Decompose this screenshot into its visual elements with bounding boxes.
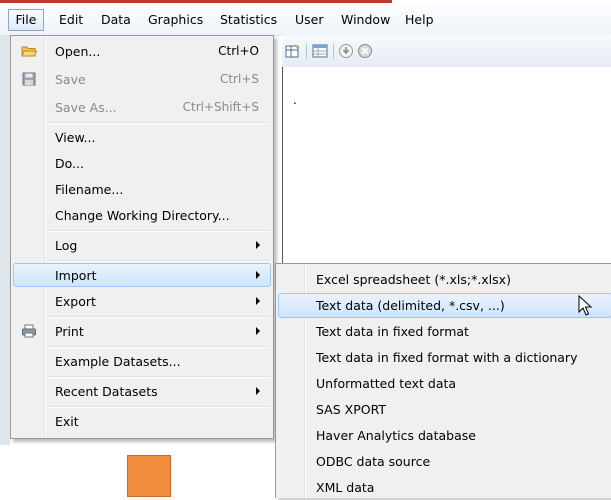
menu-item-save[interactable]: Save Ctrl+S — [13, 67, 271, 91]
submenu-item-text-delimited[interactable]: Text data (delimited, *.csv, ...) — [278, 293, 611, 318]
menu-separator — [48, 376, 270, 378]
submenu-arrow-icon — [256, 297, 260, 305]
submenu-item-text-fixed-dictionary[interactable]: Text data in fixed format with a diction… — [278, 345, 611, 370]
menu-help[interactable]: Help — [405, 12, 434, 27]
menu-graphics[interactable]: Graphics — [148, 12, 203, 27]
submenu-arrow-icon — [256, 387, 260, 395]
submenu-item-text-fixed[interactable]: Text data in fixed format — [278, 319, 611, 344]
menu-separator — [48, 122, 270, 124]
menu-item-export[interactable]: Export — [13, 289, 271, 313]
toolbar — [282, 35, 611, 67]
submenu-item-label: Text data in fixed format with a diction… — [316, 350, 578, 365]
menu-item-do[interactable]: Do... — [13, 151, 271, 175]
submenu-item-label: ODBC data source — [316, 454, 431, 469]
data-browser-icon[interactable] — [312, 43, 328, 59]
menu-item-import[interactable]: Import — [13, 263, 271, 287]
submenu-arrow-icon — [256, 241, 260, 249]
submenu-item-label: Text data (delimited, *.csv, ...) — [316, 298, 505, 313]
menu-item-label: Open... — [55, 44, 101, 59]
submenu-item-haver-analytics[interactable]: Haver Analytics database — [278, 423, 611, 448]
submenu-item-excel[interactable]: Excel spreadsheet (*.xls;*.xlsx) — [278, 267, 611, 292]
submenu-arrow-icon — [256, 271, 260, 279]
menu-item-label: Log — [55, 238, 78, 253]
menu-separator — [48, 346, 270, 348]
menu-data[interactable]: Data — [101, 12, 131, 27]
menu-separator — [48, 316, 270, 318]
import-submenu: Excel spreadsheet (*.xls;*.xlsx) Text da… — [275, 263, 611, 498]
menu-item-filename[interactable]: Filename... — [13, 177, 271, 201]
review-pane-edge — [0, 35, 10, 445]
menu-separator — [48, 406, 270, 408]
submenu-arrow-icon — [256, 327, 260, 335]
menu-item-label: Do... — [55, 156, 84, 171]
menu-item-open[interactable]: Open... Ctrl+O — [13, 39, 271, 63]
menu-item-shortcut: Ctrl+S — [219, 72, 259, 86]
break-icon[interactable] — [357, 43, 373, 59]
printer-icon — [22, 324, 36, 338]
menu-item-label: Exit — [55, 414, 79, 429]
menu-bar: File Edit Data Graphics Statistics User … — [0, 3, 611, 36]
toolbar-separator — [306, 43, 307, 59]
menu-window[interactable]: Window — [341, 12, 390, 27]
menu-item-label: Recent Datasets — [55, 384, 158, 399]
data-editor-icon[interactable] — [285, 43, 301, 59]
toolbar-separator — [333, 43, 334, 59]
menu-item-print[interactable]: Print — [13, 319, 271, 343]
menu-item-log[interactable]: Log — [13, 233, 271, 257]
submenu-item-odbc[interactable]: ODBC data source — [278, 449, 611, 474]
more-icon[interactable] — [338, 43, 354, 59]
submenu-item-sas-xport[interactable]: SAS XPORT — [278, 397, 611, 422]
submenu-item-label: SAS XPORT — [316, 402, 386, 417]
open-folder-icon — [21, 46, 37, 57]
menu-item-example-datasets[interactable]: Example Datasets... — [13, 349, 271, 373]
menu-item-change-working-directory[interactable]: Change Working Directory... — [13, 203, 271, 227]
menu-item-label: Change Working Directory... — [55, 208, 230, 223]
menu-separator — [48, 230, 270, 232]
menu-item-recent-datasets[interactable]: Recent Datasets — [13, 379, 271, 403]
menu-item-label: Filename... — [55, 182, 124, 197]
menu-user[interactable]: User — [295, 12, 324, 27]
menu-item-shortcut: Ctrl+O — [218, 44, 259, 58]
submenu-item-label: XML data — [316, 480, 375, 495]
submenu-item-xml[interactable]: XML data — [278, 475, 611, 500]
submenu-item-unformatted-text[interactable]: Unformatted text data — [278, 371, 611, 396]
orange-square — [127, 455, 171, 497]
menu-statistics[interactable]: Statistics — [220, 12, 277, 27]
menu-item-label: Export — [55, 294, 96, 309]
menu-item-label: Example Datasets... — [55, 354, 181, 369]
menu-separator — [48, 260, 270, 262]
submenu-item-label: Haver Analytics database — [316, 428, 476, 443]
file-menu: Open... Ctrl+O Save Ctrl+S Save As... Ct… — [10, 35, 274, 439]
menu-item-label: Print — [55, 324, 84, 339]
save-disk-icon — [22, 72, 36, 86]
command-prompt: . — [293, 93, 297, 107]
submenu-item-label: Excel spreadsheet (*.xls;*.xlsx) — [316, 272, 511, 287]
submenu-item-label: Unformatted text data — [316, 376, 457, 391]
menu-item-label: Save — [55, 72, 86, 87]
mouse-pointer-icon — [578, 295, 592, 316]
submenu-item-label: Text data in fixed format — [316, 324, 469, 339]
menu-item-label: View... — [55, 130, 96, 145]
menu-file[interactable]: File — [8, 9, 44, 31]
menu-item-save-as[interactable]: Save As... Ctrl+Shift+S — [13, 95, 271, 119]
menu-edit[interactable]: Edit — [59, 12, 83, 27]
menu-item-label: Import — [55, 268, 97, 283]
results-window[interactable]: . — [282, 67, 611, 266]
menu-item-view[interactable]: View... — [13, 125, 271, 149]
menu-item-label: Save As... — [55, 100, 117, 115]
menu-item-shortcut: Ctrl+Shift+S — [182, 100, 259, 114]
menu-item-exit[interactable]: Exit — [13, 409, 271, 433]
